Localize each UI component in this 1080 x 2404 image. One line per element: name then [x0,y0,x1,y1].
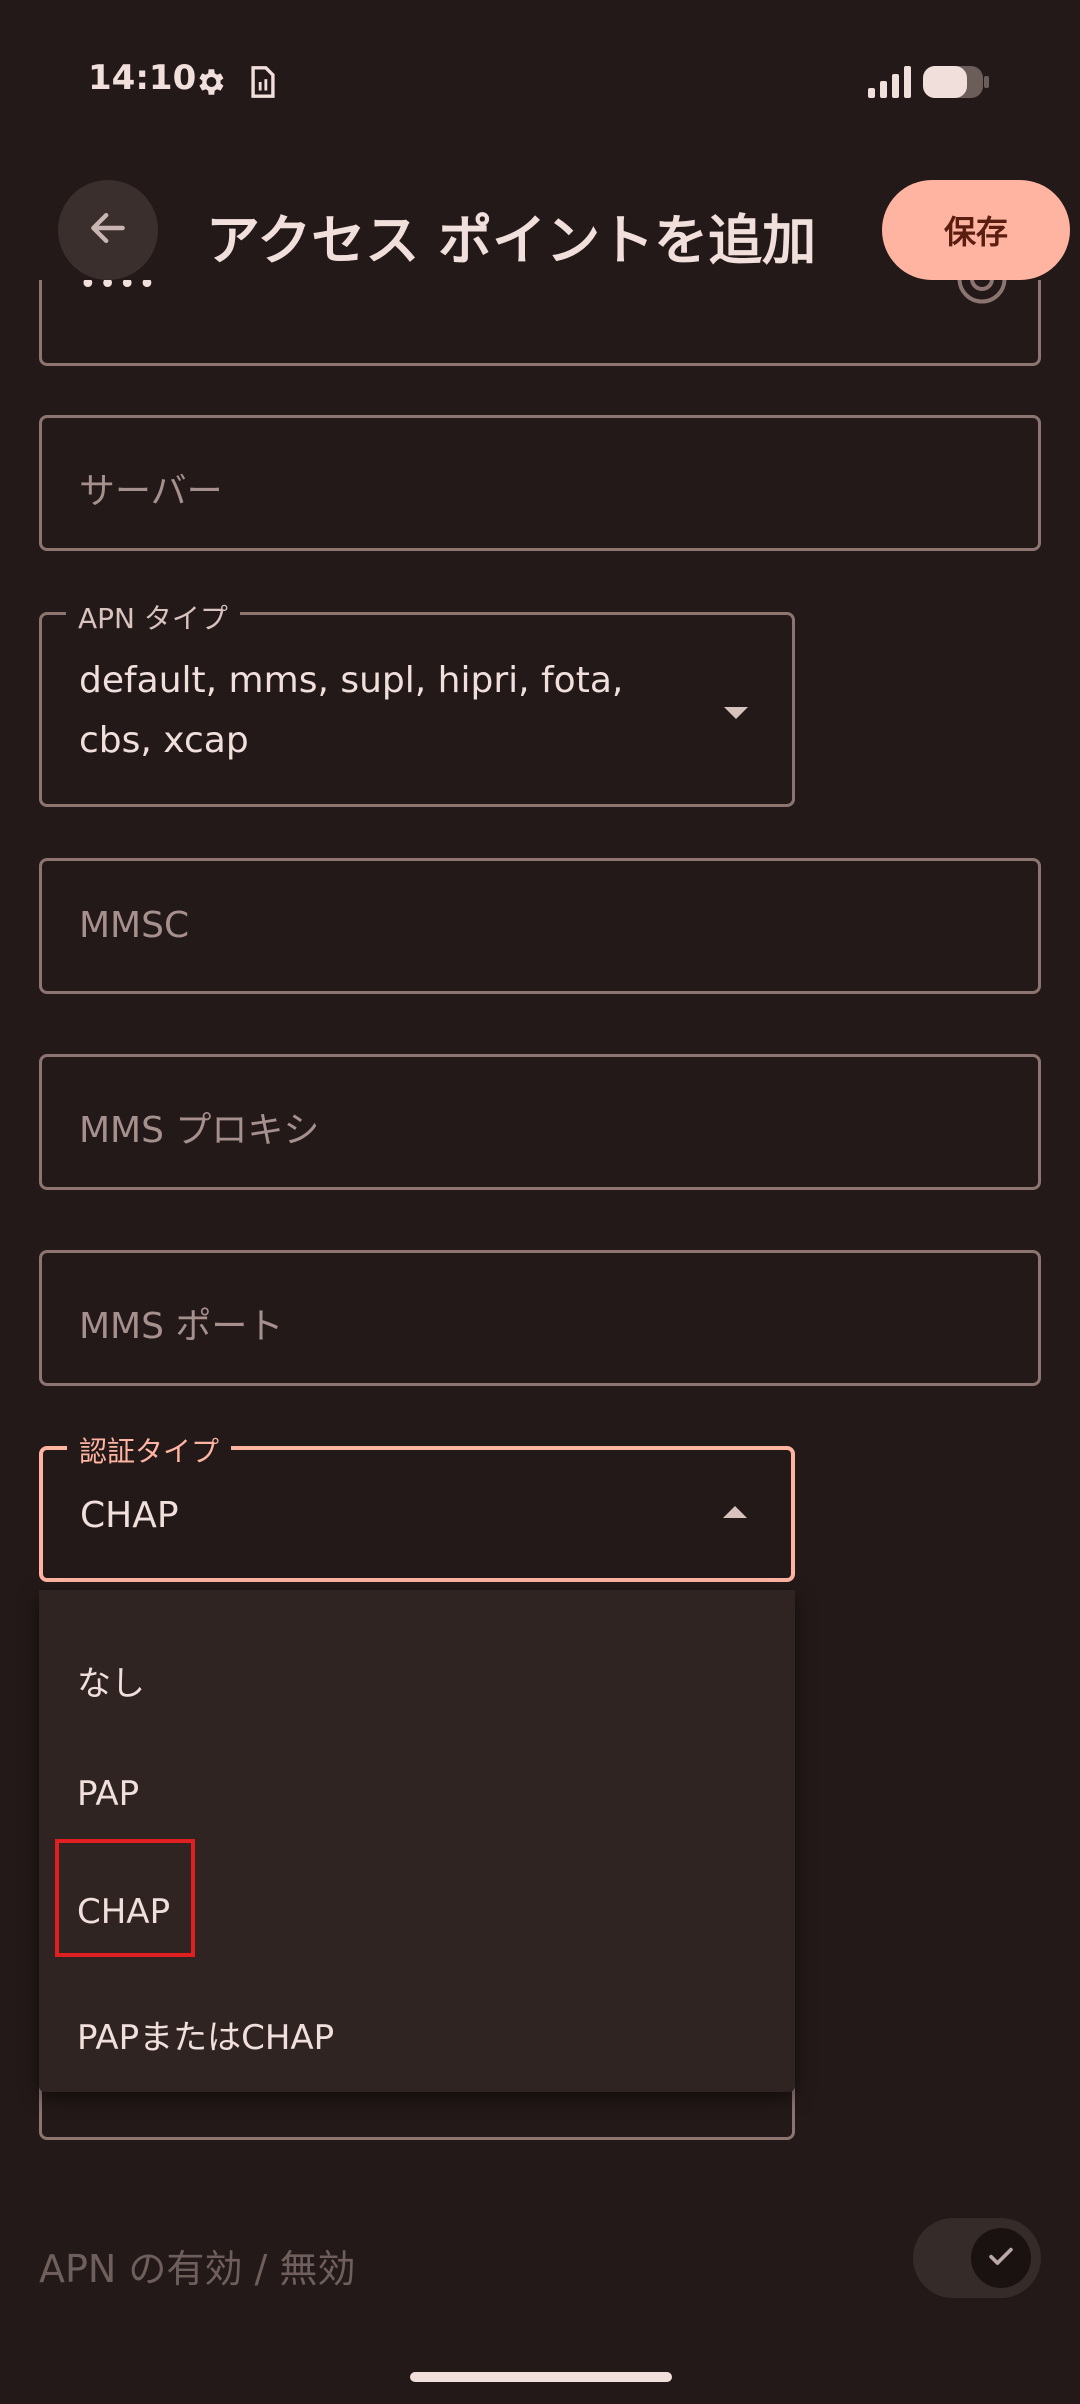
mms-port-placeholder: MMS ポート [79,1306,284,1347]
visibility-icon[interactable] [952,280,1012,313]
back-button[interactable] [58,180,158,280]
mms-proxy-field[interactable]: MMS プロキシ [39,1054,1041,1190]
apn-toggle-label: APN の有効 / 無効 [39,2247,356,2291]
apn-type-value-line2: cbs, xcap [79,720,249,761]
dropdown-arrow-icon [724,707,748,719]
password-value: •••• [79,280,158,302]
apn-type-dropdown[interactable]: APN タイプ default, mms, supl, hipri, fota,… [39,597,795,807]
settings-icon [190,62,230,102]
auth-type-value: CHAP [80,1495,179,1536]
auth-type-dropdown[interactable]: 認証タイプ CHAP [39,1430,795,1582]
signal-icon [866,62,914,102]
password-field-container: •••• [0,280,1080,370]
mms-port-field[interactable]: MMS ポート [39,1250,1041,1386]
toggle-knob [971,2228,1031,2288]
mmsc-field[interactable]: MMSC [39,858,1041,994]
mms-proxy-placeholder: MMS プロキシ [79,1110,320,1151]
save-button[interactable]: 保存 [882,180,1070,280]
menu-item-pap-or-chap[interactable]: PAPまたはCHAP [77,2010,334,2059]
server-placeholder: サーバー [79,471,223,512]
status-time: 14:10 [88,58,197,98]
selection-highlight-box [55,1839,195,1957]
menu-item-pap[interactable]: PAP [77,1774,139,1814]
auth-type-label: 認証タイプ [67,1430,232,1470]
arrow-back-icon [86,206,130,254]
check-icon [984,2239,1018,2277]
apn-type-value-line1: default, mms, supl, hipri, fota, [79,660,624,701]
apn-type-label: APN タイプ [66,597,240,637]
menu-item-none[interactable]: なし [77,1656,145,1705]
sim-card-icon [246,62,280,102]
password-field[interactable]: •••• [39,280,1041,366]
apn-enable-toggle[interactable] [913,2218,1041,2298]
mmsc-placeholder: MMSC [79,905,190,946]
battery-icon [922,62,990,102]
page-title: アクセス ポイントを追加 [206,209,817,272]
dropdown-arrow-up-icon [723,1506,747,1518]
server-field[interactable]: サーバー [39,415,1041,551]
home-indicator[interactable] [410,2372,672,2382]
